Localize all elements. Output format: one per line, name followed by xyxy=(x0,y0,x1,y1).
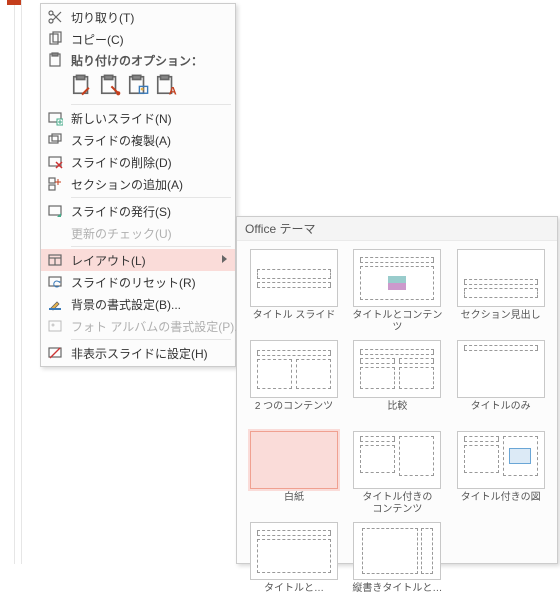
layout-flyout: Office テーマ タイトル スライド タイトルとコンテンツ セクション見出し xyxy=(236,216,558,564)
menu-hide-label: 非表示スライドに設定(H) xyxy=(65,345,227,362)
reset-icon xyxy=(45,272,65,292)
menu-check-update: 更新のチェック(U) xyxy=(41,222,235,244)
menu-reset-label: スライドのリセット(R) xyxy=(65,274,227,291)
layout-grid: タイトル スライド タイトルとコンテンツ セクション見出し 2 つのコンテンツ xyxy=(237,241,557,611)
menu-copy[interactable]: コピー(C) xyxy=(41,28,235,50)
flyout-title: Office テーマ xyxy=(237,217,557,241)
paste-text-only[interactable]: A xyxy=(155,74,177,96)
layout-label: タイトル付きの コンテンツ xyxy=(362,492,432,516)
layout-picture-caption[interactable]: タイトル付きの図 xyxy=(452,431,550,516)
new-slide-icon xyxy=(45,108,65,128)
current-slide-marker xyxy=(7,0,21,5)
layout-title-only[interactable]: タイトルのみ xyxy=(452,340,550,425)
layout-label: タイトルとコンテンツ xyxy=(348,310,446,334)
submenu-arrow-icon xyxy=(222,255,227,263)
menu-copy-label: コピー(C) xyxy=(65,31,227,48)
menu-duplicate-slide[interactable]: スライドの複製(A) xyxy=(41,129,235,151)
menu-update-label: 更新のチェック(U) xyxy=(65,225,227,242)
clipboard-icon xyxy=(45,50,65,70)
scissors-icon xyxy=(45,7,65,27)
separator xyxy=(71,339,231,340)
layout-title-content[interactable]: タイトルとコンテンツ xyxy=(348,249,446,334)
menu-layout[interactable]: レイアウト(L) xyxy=(41,249,235,271)
layout-label: セクション見出し xyxy=(461,310,541,334)
layout-label: タイトル付きの図 xyxy=(461,492,541,516)
layout-title-slide[interactable]: タイトル スライド xyxy=(245,249,343,334)
menu-format-background[interactable]: 背景の書式設定(B)... xyxy=(41,293,235,315)
layout-section-header[interactable]: セクション見出し xyxy=(452,249,550,334)
menu-publish-slide[interactable]: スライドの発行(S) xyxy=(41,200,235,222)
menu-cut[interactable]: 切り取り(T) xyxy=(41,6,235,28)
slide-panel-rail xyxy=(14,0,22,564)
menu-new-slide[interactable]: 新しいスライド(N) xyxy=(41,107,235,129)
layout-comparison[interactable]: 比較 xyxy=(348,340,446,425)
layout-label: タイトルと… xyxy=(264,583,324,607)
layout-icon xyxy=(45,250,65,270)
layout-vertical-text[interactable]: タイトルと… xyxy=(245,522,343,607)
menu-add-section[interactable]: セクションの追加(A) xyxy=(41,173,235,195)
paste-use-dest-theme[interactable] xyxy=(71,74,93,96)
hide-slide-icon xyxy=(45,343,65,363)
separator xyxy=(71,104,231,105)
menu-paste-header: 貼り付けのオプション： xyxy=(41,50,235,70)
menu-dup-label: スライドの複製(A) xyxy=(65,132,227,149)
section-icon xyxy=(45,174,65,194)
menu-publish-label: スライドの発行(S) xyxy=(65,203,227,220)
layout-label: タイトル スライド xyxy=(253,310,336,334)
paste-options-row: A xyxy=(41,70,235,102)
menu-del-label: スライドの削除(D) xyxy=(65,154,227,171)
menu-layout-label: レイアウト(L) xyxy=(65,252,227,269)
layout-content-caption[interactable]: タイトル付きの コンテンツ xyxy=(348,431,446,516)
menu-new-slide-label: 新しいスライド(N) xyxy=(65,110,227,127)
menu-section-label: セクションの追加(A) xyxy=(65,176,227,193)
separator xyxy=(71,246,231,247)
layout-vertical-title-text[interactable]: 縦書きタイトルと… xyxy=(348,522,446,607)
menu-paste-header-label: 貼り付けのオプション： xyxy=(65,52,227,69)
blank-icon xyxy=(45,223,65,243)
svg-text:A: A xyxy=(169,86,177,96)
menu-photo-album: フォト アルバムの書式設定(P)... xyxy=(41,315,235,337)
slide-context-menu: 切り取り(T) コピー(C) 貼り付けのオプション： A 新しいスライド(N) xyxy=(40,3,236,367)
layout-label: 比較 xyxy=(387,401,407,425)
layout-label: 2 つのコンテンツ xyxy=(255,401,333,425)
layout-label: 縦書きタイトルと… xyxy=(352,583,442,607)
format-bg-icon xyxy=(45,294,65,314)
menu-bg-label: 背景の書式設定(B)... xyxy=(65,296,227,313)
delete-slide-icon xyxy=(45,152,65,172)
layout-blank[interactable]: 白紙 xyxy=(245,431,343,516)
publish-icon xyxy=(45,201,65,221)
paste-picture[interactable] xyxy=(127,74,149,96)
duplicate-icon xyxy=(45,130,65,150)
layout-label: タイトルのみ xyxy=(471,401,531,425)
copy-icon xyxy=(45,29,65,49)
paste-keep-source[interactable] xyxy=(99,74,121,96)
layout-two-content[interactable]: 2 つのコンテンツ xyxy=(245,340,343,425)
layout-label: 白紙 xyxy=(284,492,304,516)
separator xyxy=(71,197,231,198)
menu-hide-slide[interactable]: 非表示スライドに設定(H) xyxy=(41,342,235,364)
menu-photo-label: フォト アルバムの書式設定(P)... xyxy=(65,318,244,335)
menu-cut-label: 切り取り(T) xyxy=(65,9,227,26)
photo-album-icon xyxy=(45,316,65,336)
menu-reset-slide[interactable]: スライドのリセット(R) xyxy=(41,271,235,293)
menu-delete-slide[interactable]: スライドの削除(D) xyxy=(41,151,235,173)
